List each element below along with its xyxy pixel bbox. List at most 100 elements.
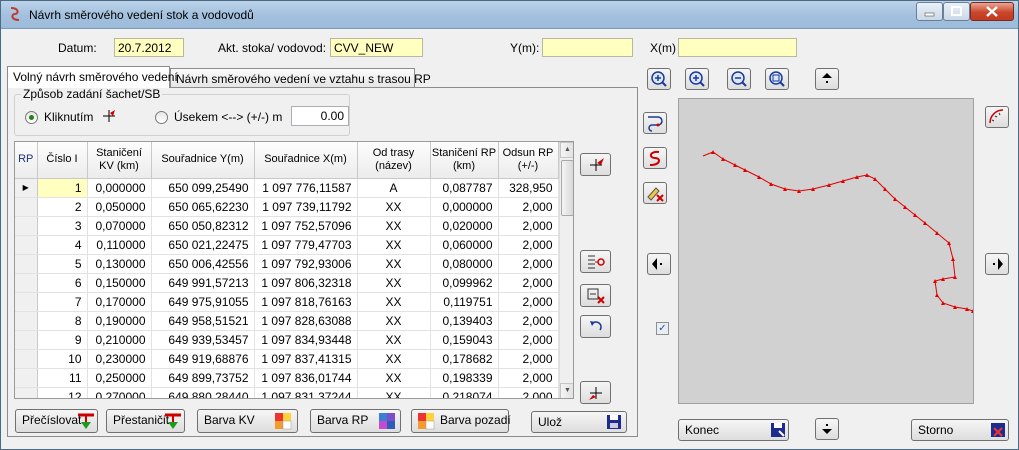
erase-tool-button[interactable] bbox=[643, 182, 667, 204]
table-cell[interactable]: 0,230000 bbox=[87, 349, 152, 369]
storno-button[interactable]: Storno bbox=[911, 419, 1009, 441]
table-cell[interactable]: 2,000 bbox=[498, 311, 559, 331]
table-row[interactable]: ▶ 1 0,000000 650 099,25490 1 097 776,11587 A 0… bbox=[15, 178, 559, 198]
table-cell[interactable]: 0,218074 bbox=[430, 387, 499, 398]
table-cell[interactable]: 0,170000 bbox=[87, 292, 152, 312]
row-indicator[interactable] bbox=[15, 235, 38, 255]
table-cell[interactable]: 2 bbox=[37, 197, 88, 217]
row-indicator[interactable] bbox=[15, 273, 38, 293]
table-cell[interactable]: 650 006,42556 bbox=[151, 254, 255, 274]
row-indicator[interactable] bbox=[15, 292, 38, 312]
table-cell[interactable]: 649 899,73752 bbox=[151, 368, 255, 388]
pan-left-button[interactable] bbox=[647, 253, 671, 275]
table-cell[interactable]: 2,000 bbox=[498, 330, 559, 350]
column-header[interactable]: Číslo I bbox=[37, 142, 88, 179]
table-cell[interactable]: 0,070000 bbox=[87, 216, 152, 236]
table-cell[interactable]: 0,139403 bbox=[430, 311, 499, 331]
table-cell[interactable]: 0,159043 bbox=[430, 330, 499, 350]
undo-button[interactable] bbox=[580, 315, 611, 338]
pan-right-button[interactable] bbox=[985, 253, 1009, 275]
delete-point-button[interactable] bbox=[580, 284, 611, 307]
table-cell[interactable]: 1 bbox=[37, 178, 88, 198]
table-row[interactable]: 7 0,170000 649 975,91055 1 097 818,76163 XX 0… bbox=[15, 292, 559, 312]
barva-kv-button[interactable]: Barva KV bbox=[197, 409, 298, 433]
table-cell[interactable]: XX bbox=[357, 197, 431, 217]
column-header[interactable]: Od trasy (název) bbox=[357, 142, 431, 179]
table-cell[interactable]: 10 bbox=[37, 349, 88, 369]
table-cell[interactable]: 1 097 828,63088 bbox=[254, 311, 358, 331]
table-cell[interactable]: 0,110000 bbox=[87, 235, 152, 255]
uloz-button[interactable]: Ulož bbox=[531, 411, 627, 433]
table-cell[interactable]: 5 bbox=[37, 254, 88, 274]
table-cell[interactable]: 650 021,22475 bbox=[151, 235, 255, 255]
table-cell[interactable]: 0,190000 bbox=[87, 311, 152, 331]
table-cell[interactable]: 650 099,25490 bbox=[151, 178, 255, 198]
column-header[interactable]: Staničení RP (km) bbox=[430, 142, 499, 179]
route-tool-button[interactable] bbox=[643, 112, 667, 134]
table-cell[interactable]: 0,080000 bbox=[430, 254, 499, 274]
table-cell[interactable]: 2,000 bbox=[498, 254, 559, 274]
row-indicator[interactable] bbox=[15, 330, 38, 350]
table-cell[interactable]: 649 919,68876 bbox=[151, 349, 255, 369]
table-row[interactable]: 11 0,250000 649 899,73752 1 097 836,01744 XX… bbox=[15, 368, 559, 388]
table-cell[interactable]: 2,000 bbox=[498, 349, 559, 369]
close-button[interactable] bbox=[970, 2, 1014, 21]
y-coordinate-field[interactable] bbox=[542, 38, 633, 57]
table-cell[interactable]: 0,198339 bbox=[430, 368, 499, 388]
zoom-all-button[interactable] bbox=[647, 68, 671, 90]
table-cell[interactable]: 1 097 776,11587 bbox=[254, 178, 358, 198]
table-cell[interactable]: XX bbox=[357, 349, 431, 369]
konec-button[interactable]: Konec bbox=[678, 419, 789, 441]
table-cell[interactable]: 1 097 739,11792 bbox=[254, 197, 358, 217]
table-cell[interactable]: 2,000 bbox=[498, 235, 559, 255]
tab-free-design[interactable]: Volný návrh směrového vedení bbox=[7, 66, 178, 88]
insert-point-button[interactable] bbox=[580, 250, 611, 273]
column-header[interactable]: Souřadnice Y(m) bbox=[151, 142, 255, 179]
table-row[interactable]: 9 0,210000 649 939,53457 1 097 834,93448 XX 0… bbox=[15, 330, 559, 350]
row-indicator[interactable] bbox=[15, 349, 38, 369]
table-cell[interactable]: 0,000000 bbox=[430, 197, 499, 217]
table-cell[interactable]: A bbox=[357, 178, 431, 198]
table-cell[interactable]: 0,050000 bbox=[87, 197, 152, 217]
table-row[interactable]: 6 0,150000 649 991,57213 1 097 806,32318 XX 0… bbox=[15, 273, 559, 293]
table-row[interactable]: 4 0,110000 650 021,22475 1 097 779,47703 XX 0… bbox=[15, 235, 559, 255]
table-row[interactable]: 5 0,130000 650 006,42556 1 097 792,93006 XX 0… bbox=[15, 254, 559, 274]
sewer-tool-button[interactable] bbox=[643, 147, 667, 169]
table-cell[interactable]: 650 065,62230 bbox=[151, 197, 255, 217]
stoka-field[interactable]: CVV_NEW bbox=[330, 38, 423, 57]
table-cell[interactable]: 0,119751 bbox=[430, 292, 499, 312]
table-cell[interactable]: XX bbox=[357, 387, 431, 398]
table-row[interactable]: 8 0,190000 649 958,51521 1 097 828,63088 XX 0… bbox=[15, 311, 559, 331]
vertical-scrollbar[interactable]: ▲ ▼ bbox=[559, 142, 573, 398]
radio-segment-mode[interactable] bbox=[155, 111, 168, 124]
table-cell[interactable]: 649 975,91055 bbox=[151, 292, 255, 312]
table-cell[interactable]: 0,130000 bbox=[87, 254, 152, 274]
barva-pozadi-button[interactable]: Barva pozadí bbox=[411, 409, 511, 433]
zoom-in-button[interactable] bbox=[685, 68, 709, 90]
table-cell[interactable]: XX bbox=[357, 235, 431, 255]
column-header[interactable]: Staničení KV (km) bbox=[87, 142, 152, 179]
column-header[interactable]: Odsun RP (+/-) bbox=[498, 142, 559, 179]
arc-tool-button[interactable] bbox=[985, 106, 1009, 128]
precislovat-button[interactable]: Přečíslovat bbox=[15, 409, 98, 433]
table-cell[interactable]: 0,178682 bbox=[430, 349, 499, 369]
scroll-thumb[interactable] bbox=[561, 160, 573, 216]
table-cell[interactable]: 649 939,53457 bbox=[151, 330, 255, 350]
table-cell[interactable]: 3 bbox=[37, 216, 88, 236]
table-cell[interactable]: 1 097 831,37244 bbox=[254, 387, 358, 398]
table-cell[interactable]: 9 bbox=[37, 330, 88, 350]
map-canvas[interactable] bbox=[678, 98, 977, 404]
table-row[interactable]: 3 0,070000 650 050,82312 1 097 752,57096 XX 0… bbox=[15, 216, 559, 236]
row-current-indicator-icon[interactable]: ▶ bbox=[15, 178, 38, 198]
table-cell[interactable]: 649 991,57213 bbox=[151, 273, 255, 293]
table-cell[interactable]: 1 097 806,32318 bbox=[254, 273, 358, 293]
table-cell[interactable]: 1 097 792,93006 bbox=[254, 254, 358, 274]
datum-field[interactable]: 20.7.2012 bbox=[114, 38, 184, 57]
table-cell[interactable]: XX bbox=[357, 216, 431, 236]
table-row[interactable]: 10 0,230000 649 919,68876 1 097 837,41315 XX… bbox=[15, 349, 559, 369]
table-cell[interactable]: XX bbox=[357, 292, 431, 312]
x-coordinate-field[interactable] bbox=[678, 38, 797, 57]
table-cell[interactable]: 2,000 bbox=[498, 273, 559, 293]
table-cell[interactable]: 2,000 bbox=[498, 387, 559, 398]
table-cell[interactable]: 0,060000 bbox=[430, 235, 499, 255]
